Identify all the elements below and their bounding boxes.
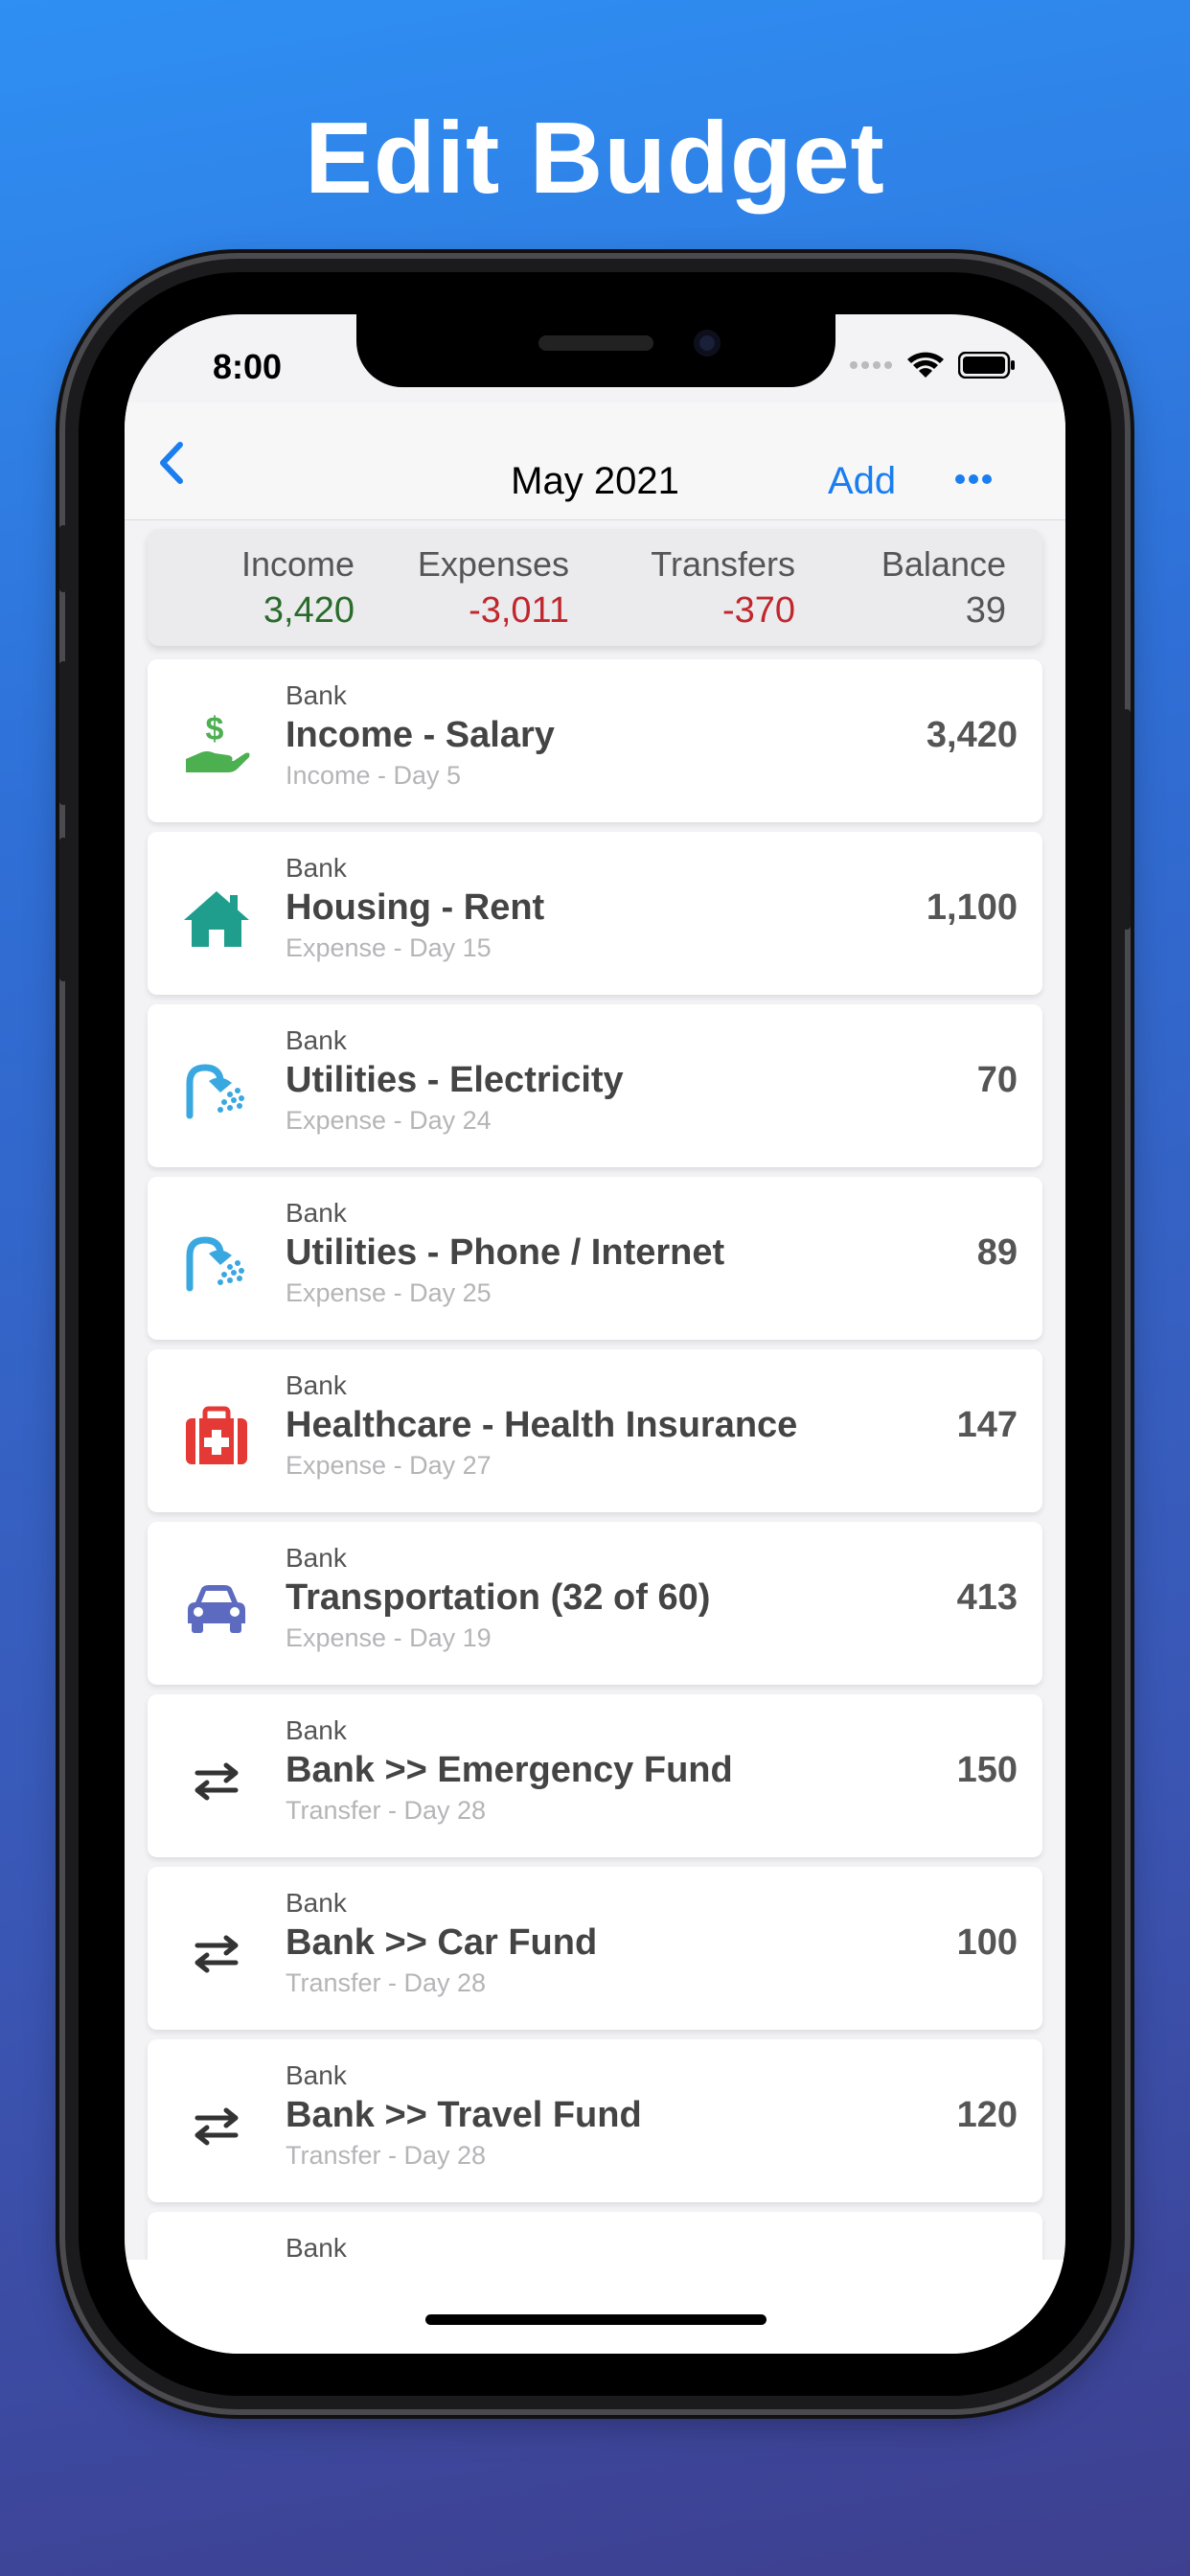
power-button (1123, 709, 1131, 930)
item-title: Bank >> Car Fund (286, 1922, 598, 1963)
summary-bar: Income 3,420 Expenses -3,011 Transfers -… (148, 529, 1042, 646)
item-account: Bank (286, 1025, 347, 1055)
item-subtitle: Transfer - Day 28 (286, 1796, 487, 1825)
item-title: Income - Salary (286, 715, 555, 755)
item-subtitle: Transfer - Day 28 (286, 1968, 487, 1997)
item-title: Bank >> Travel Fund (286, 2095, 642, 2135)
item-amount: 413 (956, 1577, 1018, 1618)
transfer-arrows-icon (195, 1762, 239, 1801)
volume-down-button (59, 838, 67, 981)
item-amount: 1,100 (926, 887, 1018, 928)
item-title: Bank >> Emergency Fund (286, 1750, 733, 1790)
summary-transfers: Transfers -370 (607, 544, 795, 632)
summary-balance-value: 39 (965, 590, 1006, 631)
car-icon (188, 1585, 245, 1633)
summary-expenses-value: -3,011 (469, 590, 569, 631)
item-account: Bank (286, 1543, 347, 1573)
list-item[interactable]: Bank Transportation (32 of 60) Expense -… (148, 1522, 1042, 1685)
item-amount: 150 (956, 1750, 1018, 1790)
item-account: Bank (286, 680, 347, 710)
app-screen: 8:00 May 2021 Add Income 3,420 Expenses … (125, 314, 1065, 2354)
item-subtitle: Expense - Day 25 (286, 1278, 492, 1307)
first-aid-kit-icon (186, 1406, 247, 1464)
nav-bar: May 2021 Add (125, 402, 1065, 520)
item-amount: 100 (956, 1922, 1018, 1963)
item-title: Utilities - Electricity (286, 1060, 624, 1100)
house-icon (184, 891, 249, 947)
transfer-arrows-icon (195, 1935, 239, 1973)
item-subtitle: Expense - Day 24 (286, 1106, 492, 1135)
svg-text:$: $ (206, 711, 224, 748)
item-account: Bank (286, 1370, 347, 1400)
item-account: Bank (286, 1715, 347, 1745)
item-amount: 147 (956, 1405, 1018, 1445)
item-account: Bank (286, 1888, 347, 1918)
item-subtitle: Transfer - Day 28 (286, 2141, 487, 2170)
item-title: Healthcare - Health Insurance (286, 1405, 798, 1445)
shower-icon (186, 1064, 244, 1119)
item-amount: 70 (976, 1060, 1018, 1100)
battery-icon (958, 352, 1015, 379)
item-title: Transportation (32 of 60) (286, 1577, 711, 1618)
summary-income-value: 3,420 (263, 590, 355, 631)
list-item[interactable]: Bank Bank >> Car Fund Transfer - Day 28 … (148, 1867, 1042, 2030)
summary-expenses-label: Expenses (417, 544, 569, 584)
bottom-safe-area (125, 2260, 1065, 2354)
list-item[interactable]: $ Bank Income - Salary Income - Day 5 3,… (148, 659, 1042, 822)
summary-balance-label: Balance (881, 544, 1006, 584)
list-item[interactable]: Bank Bank >> Emergency Fund Transfer - D… (148, 1694, 1042, 1857)
shower-icon (186, 1236, 244, 1292)
item-amount: 120 (956, 2095, 1018, 2135)
transfer-arrows-icon (195, 2107, 239, 2146)
add-button[interactable]: Add (828, 460, 896, 503)
item-title: Housing - Rent (286, 887, 545, 928)
home-indicator[interactable] (425, 2314, 767, 2325)
signal-icon (850, 361, 892, 369)
mute-switch (59, 525, 67, 592)
list-item[interactable]: Bank Housing - Rent Expense - Day 15 1,1… (148, 832, 1042, 995)
status-icons (849, 351, 1016, 380)
list-item[interactable]: Bank Bank >> Travel Fund Transfer - Day … (148, 2039, 1042, 2202)
item-account: Bank (286, 2060, 347, 2090)
item-amount: 3,420 (926, 715, 1018, 755)
notch (356, 314, 835, 387)
summary-income: Income 3,420 (182, 544, 355, 632)
item-subtitle: Expense - Day 15 (286, 933, 492, 962)
headline: Edit Budget (305, 102, 885, 215)
status-time: 8:00 (213, 347, 283, 386)
volume-up-button (59, 661, 67, 805)
item-subtitle: Income - Day 5 (286, 761, 462, 790)
item-amount: 89 (976, 1232, 1018, 1273)
nav-title: May 2021 (511, 460, 679, 502)
wifi-icon (907, 352, 944, 378)
item-title: Utilities - Phone / Internet (286, 1232, 725, 1273)
summary-transfers-value: -370 (721, 590, 795, 631)
item-subtitle: Expense - Day 27 (286, 1451, 492, 1480)
list-item[interactable]: Bank Utilities - Phone / Internet Expens… (148, 1177, 1042, 1340)
summary-expenses: Expenses -3,011 (387, 544, 569, 632)
item-account: Bank (286, 853, 347, 883)
summary-income-label: Income (240, 544, 355, 584)
list-item[interactable]: Bank Utilities - Electricity Expense - D… (148, 1004, 1042, 1167)
summary-transfers-label: Transfers (651, 544, 795, 584)
item-account: Bank (286, 1198, 347, 1228)
item-subtitle: Expense - Day 19 (286, 1623, 492, 1652)
summary-balance: Balance 39 (834, 544, 1006, 632)
salary-hand-icon: $ (186, 711, 250, 772)
more-icon[interactable] (954, 473, 993, 485)
list-item[interactable]: Bank Healthcare - Health Insurance Expen… (148, 1349, 1042, 1512)
budget-list: $ Bank Income - Salary Income - Day 5 3,… (148, 659, 1042, 2298)
